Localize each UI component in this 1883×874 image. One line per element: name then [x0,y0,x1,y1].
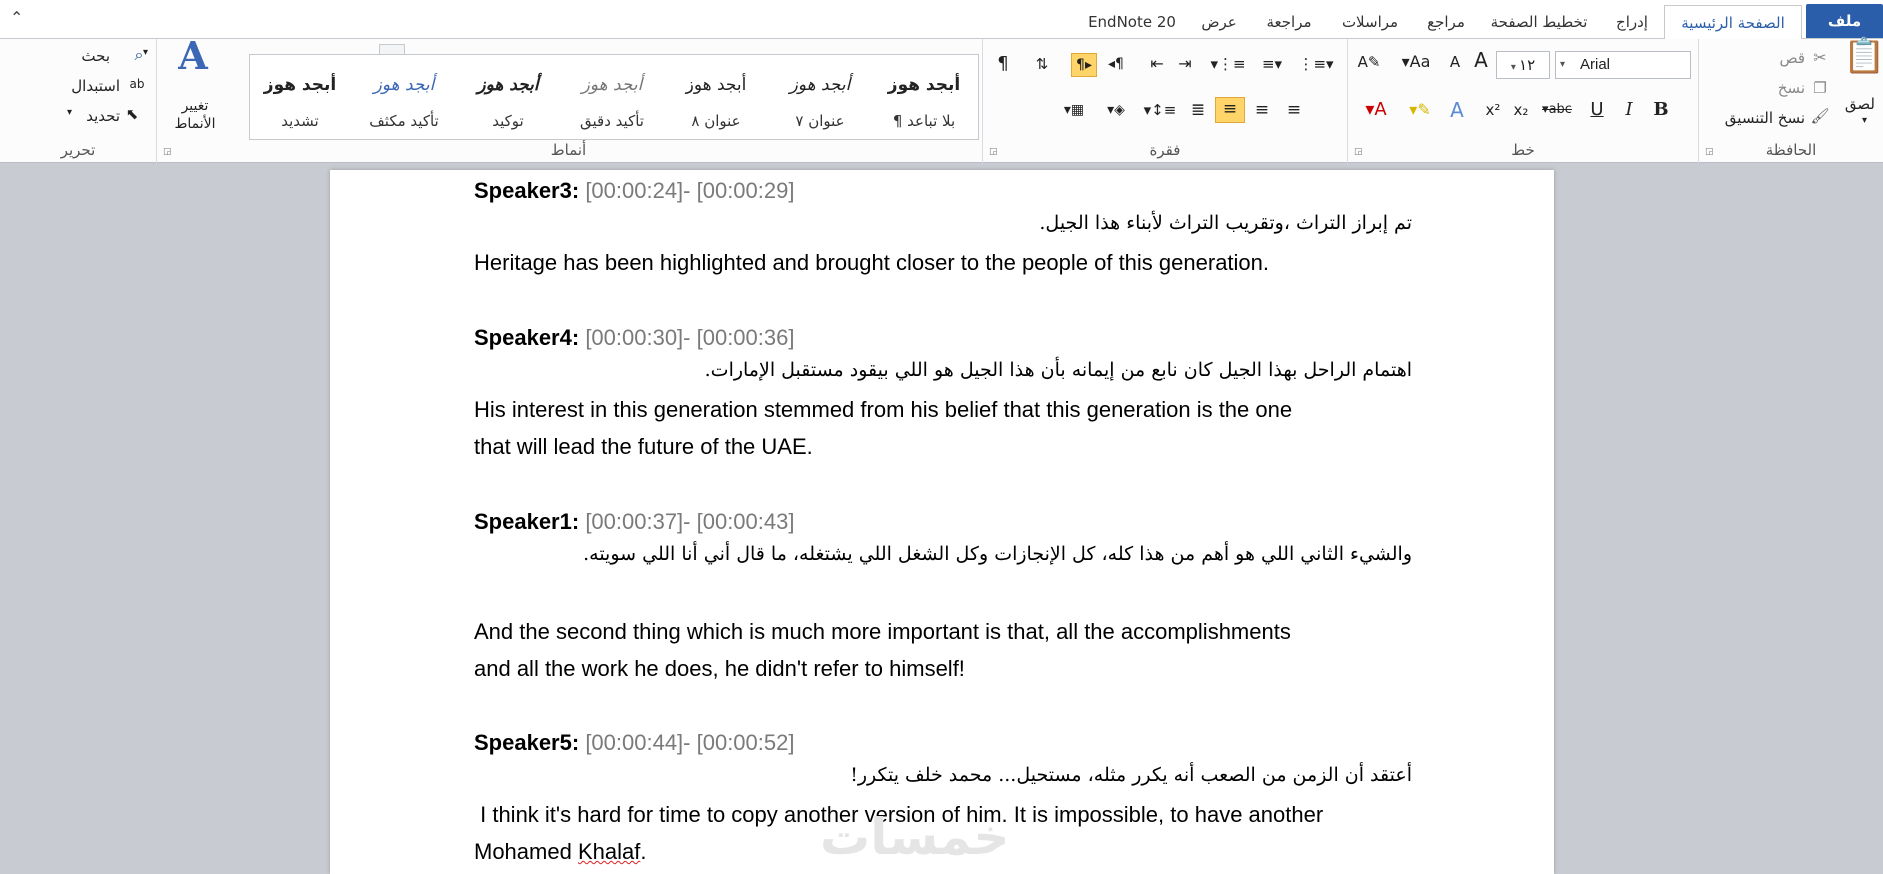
tab-mailings[interactable]: مراسلات [1330,5,1410,39]
justify-icon[interactable]: ≣ [1185,99,1211,121]
paste-button[interactable]: لصق [1845,95,1875,113]
tab-view[interactable]: عرض [1192,5,1246,39]
styles-gallery: أبجد هوز ¶ بلا تباعد أبجد هوز عنوان ٧ أبجد… [249,54,979,140]
tab-endnote[interactable]: EndNote 20 [1080,5,1184,39]
strikethrough-icon[interactable]: ▾abc [1538,99,1576,121]
speaker5-header: Speaker5: [00:00:44]- [00:00:52] [474,730,795,755]
paste-icon[interactable]: 📋 [1843,39,1883,73]
tab-references[interactable]: مراجع [1416,5,1476,39]
find-button[interactable]: بحث [81,47,110,65]
styles-group-label: أنماط [550,141,587,159]
sort-icon[interactable]: ⇅ [1029,53,1055,75]
speaker3-arabic: تم إبراز التراث ،وتقريب التراث لأبناء هذ… [1039,212,1412,234]
format-painter-button[interactable]: نسخ التنسيق [1725,109,1805,127]
minimize-ribbon-icon[interactable]: ⌃ [10,8,23,27]
ribbon: ⌕ بحث ▾ ab استبدال ⬉ تحديد ▾ تحرير ◲ A ت… [0,33,1883,163]
shading-icon[interactable]: ▾◈ [1101,99,1131,121]
font-color-icon[interactable]: ▾A [1356,99,1396,121]
group-font: ◲ A✎ ▾Aa A A ▾ ١٢ ▾ Arial ▾A ▾✎ A x² x₂ ▾… [1347,39,1698,163]
tab-insert[interactable]: إدراج [1602,5,1662,39]
ribbon-tab-bar: ⌃ EndNote 20 عرض مراجعة مراسلات مراجع تخ… [0,0,1883,40]
align-right-icon[interactable]: ≡ [1215,97,1245,123]
cut-button[interactable]: قص [1779,49,1805,67]
multilevel-list-icon[interactable]: ▾⋮≡ [1209,53,1247,75]
align-left-icon[interactable]: ≡ [1281,99,1307,121]
style-strong[interactable]: أبجد هوز تشديد [248,55,352,139]
underline-button[interactable]: U [1584,99,1610,121]
copy-button[interactable]: نسخ [1778,79,1805,97]
spell-error-word[interactable]: Khalaf [578,839,640,864]
text-effects-icon[interactable]: A [1444,99,1470,121]
highlight-icon[interactable]: ▾✎ [1400,99,1440,121]
select-button[interactable]: تحديد [86,107,120,125]
editing-group-label: تحرير [60,141,96,159]
tab-home[interactable]: الصفحة الرئيسية [1664,5,1802,40]
speaker4-english-line1: His interest in this generation stemmed … [474,397,1293,422]
copy-icon: ❐ [1813,79,1827,97]
bullets-icon[interactable]: ⋮≡▾ [1297,53,1335,75]
clipboard-group-label: الحافظة [1765,141,1817,159]
change-styles-icon: A [178,33,208,78]
style-heading-7[interactable]: أبجد هوز عنوان ٧ [768,55,872,139]
speaker4-english-line2: that will lead the future of the UAE. [474,434,813,459]
change-styles-button[interactable]: تغيير الأنماط [165,97,225,133]
italic-button[interactable]: I [1616,99,1642,121]
speaker5-arabic: أعتقد أن الزمن من الصعب أنه يكرر مثله، م… [850,764,1412,786]
shrink-font-icon[interactable]: A [1444,51,1466,73]
rtl-direction-icon[interactable]: ◂¶ [1103,53,1129,75]
group-styles: ◲ A تغيير الأنماط ▲ ▼ ▾ أبجد هوز¶ بلا تب… [156,33,980,163]
style-heading-8[interactable]: أبجد هوز عنوان ٨ [664,55,768,139]
bold-button[interactable]: B [1648,99,1674,121]
document-page[interactable]: Speaker3: [00:00:24]- [00:00:29] تم إبرا… [330,170,1554,874]
speaker1-english-line1: And the second thing which is much more … [474,619,1291,644]
watermark-logo: خمسات [820,808,1010,866]
replace-button[interactable]: استبدال [71,77,120,95]
speaker4-arabic: اهتمام الراحل بهذا الجيل كان نابع من إيم… [704,359,1412,381]
superscript-icon[interactable]: x² [1480,99,1506,121]
speaker1-arabic: والشيء الثاني اللي هو أهم من هذا كله، كل… [583,543,1412,565]
tab-review[interactable]: مراجعة [1254,5,1324,39]
binoculars-icon: ⌕ [134,45,144,64]
scissors-icon: ✂ [1813,48,1827,67]
line-spacing-icon[interactable]: ▾↕≡ [1143,99,1177,121]
style-emphasis[interactable]: أبجد هوز توكيد [456,55,560,139]
align-center-icon[interactable]: ≡ [1249,99,1275,121]
replace-icon: ab [129,77,145,91]
speaker3-header: Speaker3: [00:00:24]- [00:00:29] [474,178,795,203]
group-clipboard: ◲ 📋 لصق ▾ ✂ قص ❐ نسخ 🖌 نسخ التنسيق الحاف… [1698,39,1883,163]
decrease-indent-icon[interactable]: ⇤ [1145,53,1169,75]
font-group-label: خط [1511,141,1535,159]
paragraph-group-label: فقرة [1149,141,1181,159]
numbering-icon[interactable]: ≡▾ [1253,53,1291,75]
tab-page-layout[interactable]: تخطيط الصفحة [1484,5,1594,39]
style-subtle-emphasis[interactable]: أبجد هوز تأكيد دقيق [560,55,664,139]
show-marks-icon[interactable]: ¶ [991,53,1015,75]
group-editing-body: ⌕ بحث ▾ ab استبدال ⬉ تحديد ▾ تحرير [58,39,156,163]
subscript-icon[interactable]: x₂ [1508,99,1534,121]
borders-icon[interactable]: ▾▦ [1059,99,1089,121]
style-no-spacing[interactable]: أبجد هوز ¶ بلا تباعد [872,55,976,139]
font-name-select[interactable]: ▾ Arial [1555,51,1691,79]
font-size-select[interactable]: ▾ ١٢ [1496,51,1550,79]
group-paragraph: ◲ ¶ ⇅ ¶▸ ◂¶ ⇤ ⇥ ▾⋮≡ ≡▾ ⋮≡▾ ▾▦ ▾◈ ▾↕≡ ≣ ≡… [982,39,1347,163]
speaker5-english-line2: Mohamed Khalaf. [474,839,647,864]
speaker1-header: Speaker1: [00:00:37]- [00:00:43] [474,509,795,534]
speaker4-header: Speaker4: [00:00:30]- [00:00:36] [474,325,795,350]
style-intense-emphasis[interactable]: أبجد هوز تأكيد مكثف [352,55,456,139]
word-window: ⌃ EndNote 20 عرض مراجعة مراسلات مراجع تخ… [0,0,1883,874]
ltr-direction-icon[interactable]: ¶▸ [1071,53,1097,77]
grow-font-icon[interactable]: A [1470,49,1492,71]
clear-formatting-icon[interactable]: A✎ [1356,51,1382,73]
tab-file[interactable]: ملف [1806,4,1883,38]
format-painter-icon: 🖌 [1810,107,1830,125]
speaker1-english-line2: and all the work he does, he didn't refe… [474,656,965,681]
select-cursor-icon: ⬉ [125,105,139,123]
increase-indent-icon[interactable]: ⇥ [1173,53,1197,75]
speaker3-english: Heritage has been highlighted and brough… [474,250,1270,275]
change-case-icon[interactable]: ▾Aa [1396,51,1436,73]
